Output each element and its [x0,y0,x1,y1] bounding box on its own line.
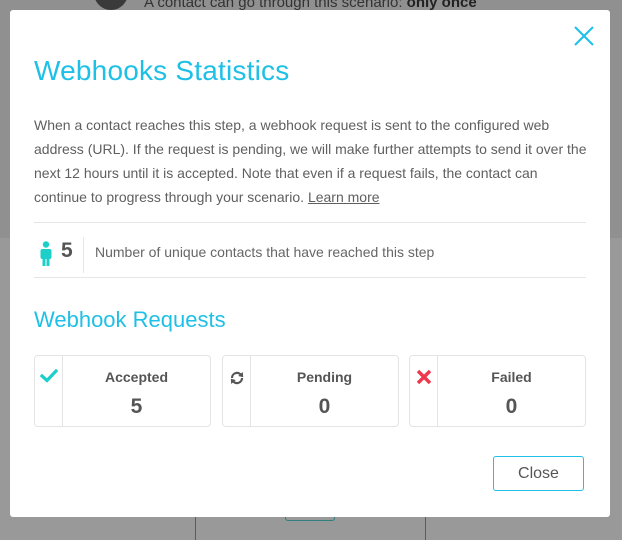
pending-value: 0 [318,395,331,418]
divider [34,277,586,278]
divider [83,237,84,273]
accepted-label: Accepted [104,369,169,385]
webhook-requests-title: Webhook Requests [34,307,226,332]
learn-more-link[interactable]: Learn more [308,189,380,205]
close-icon[interactable] [572,24,596,48]
accepted-card: Accepted 5 [34,355,211,427]
unique-contacts-row: 5 Number of unique contacts that have re… [34,233,586,277]
modal-description: When a contact reaches this step, a webh… [34,117,587,205]
unique-contacts-label: Number of unique contacts that have reac… [95,244,435,260]
divider [34,222,586,223]
failed-card: Failed 0 [409,355,586,427]
webhooks-statistics-modal: Webhooks Statistics When a contact reach… [10,10,610,517]
pending-label: Pending [296,369,353,385]
pending-card: Pending 0 [222,355,399,427]
failed-value: 0 [505,395,518,418]
cross-icon [410,356,438,426]
failed-label: Failed [491,369,532,385]
person-icon [40,241,52,267]
close-button[interactable]: Close [493,456,584,491]
refresh-icon [223,356,251,426]
unique-contacts-count: 5 [61,239,73,262]
accepted-value: 5 [130,395,143,418]
check-icon [35,356,63,426]
modal-title: Webhooks Statistics [34,55,290,86]
